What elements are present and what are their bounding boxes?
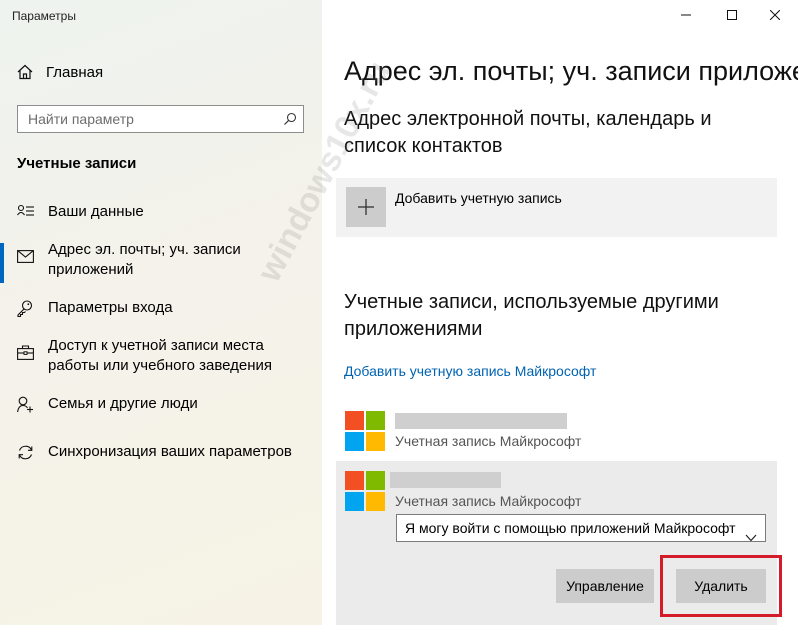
add-microsoft-account-link[interactable]: Добавить учетную запись Майкрософт xyxy=(344,363,596,379)
key-icon xyxy=(17,300,33,317)
person-add-icon xyxy=(17,396,33,413)
sidebar-item-sync[interactable]: Синхронизация ваших параметров xyxy=(0,442,322,462)
page-title: Адрес эл. почты; уч. записи приложений xyxy=(344,56,798,86)
email-section-title: Адрес электронной почты, календарь и спи… xyxy=(344,108,712,157)
briefcase-icon xyxy=(17,345,34,360)
person-card-icon xyxy=(17,204,34,216)
sidebar-item-label: Параметры входа xyxy=(48,299,173,316)
microsoft-logo-icon xyxy=(345,411,385,451)
sidebar-item-label: Адрес эл. почты; уч. записи приложений xyxy=(48,241,241,278)
dropdown-value: Я могу войти с помощью приложений Майкро… xyxy=(405,520,736,536)
minimize-icon xyxy=(681,14,691,16)
main-content: Адрес эл. почты; уч. записи приложений А… xyxy=(322,0,798,625)
search-icon[interactable] xyxy=(283,112,297,126)
close-button[interactable] xyxy=(752,0,798,30)
plus-icon xyxy=(346,187,386,227)
close-icon xyxy=(770,10,780,20)
microsoft-logo-icon xyxy=(345,471,385,511)
search-box[interactable] xyxy=(17,105,304,133)
section-title: Учетные записи xyxy=(17,155,137,172)
mail-icon xyxy=(17,250,34,263)
sidebar-item-work-access[interactable]: Доступ к учетной записи места работы или… xyxy=(0,336,322,376)
maximize-button[interactable] xyxy=(709,0,755,30)
add-account-button[interactable]: Добавить учетную запись xyxy=(336,178,777,237)
delete-highlight-frame xyxy=(660,555,782,617)
sync-icon xyxy=(18,445,33,460)
maximize-icon xyxy=(727,10,737,20)
manage-button[interactable]: Управление xyxy=(556,569,654,603)
sidebar: Параметры Главная Учетные записи Ваши да… xyxy=(0,0,322,625)
account-type-label: Учетная запись Майкрософт xyxy=(395,433,582,449)
home-icon xyxy=(17,64,33,80)
account-type-label: Учетная запись Майкрософт xyxy=(395,493,582,509)
nav-home[interactable]: Главная xyxy=(17,62,103,82)
sidebar-item-label: Доступ к учетной записи места работы или… xyxy=(48,337,273,374)
sign-in-option-dropdown[interactable]: Я могу войти с помощью приложений Майкро… xyxy=(396,514,766,542)
nav-home-label: Главная xyxy=(46,63,104,81)
chevron-down-icon xyxy=(739,524,757,541)
sidebar-item-label: Семья и другие люди xyxy=(48,395,198,412)
sidebar-item-label: Синхронизация ваших параметров xyxy=(48,443,292,460)
redacted-account-name xyxy=(390,472,501,488)
other-apps-section-title: Учетные записи, используемые другими при… xyxy=(344,291,719,340)
sidebar-item-sign-in-options[interactable]: Параметры входа xyxy=(0,298,322,318)
search-input[interactable] xyxy=(18,106,268,132)
redacted-account-name xyxy=(395,413,567,429)
add-account-label: Добавить учетную запись xyxy=(395,190,562,206)
sidebar-item-family[interactable]: Семья и другие люди xyxy=(0,394,322,414)
window-title: Параметры xyxy=(12,9,76,23)
sidebar-item-email-accounts[interactable]: Адрес эл. почты; уч. записи приложений xyxy=(0,240,322,283)
sidebar-item-label: Ваши данные xyxy=(48,203,144,220)
minimize-button[interactable] xyxy=(663,0,709,30)
sidebar-item-your-info[interactable]: Ваши данные xyxy=(0,202,322,222)
